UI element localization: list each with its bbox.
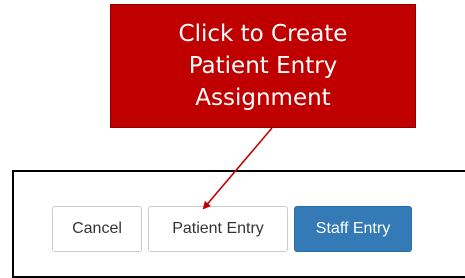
callout-line-3: Assignment [195,85,331,111]
callout-line-1: Click to Create [178,21,348,47]
staff-entry-button[interactable]: Staff Entry [294,206,412,252]
cancel-button[interactable]: Cancel [52,206,142,252]
annotation-callout: Click to Create Patient Entry Assignment [110,4,416,128]
callout-line-2: Patient Entry [188,53,338,79]
patient-entry-button[interactable]: Patient Entry [148,206,288,252]
